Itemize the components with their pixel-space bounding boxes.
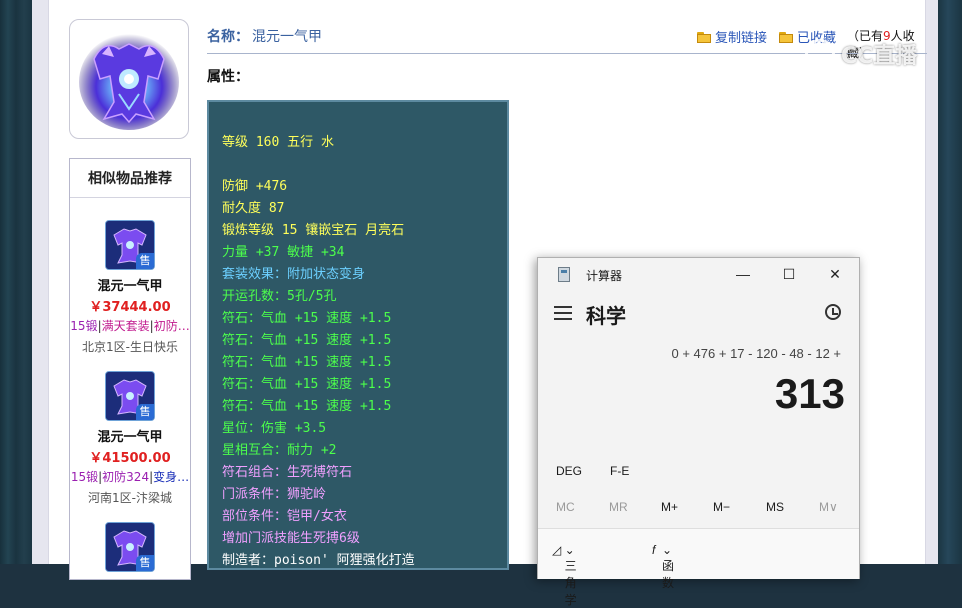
maximize-button[interactable]: ☐	[774, 264, 804, 284]
similar-item-name[interactable]: 混元一气甲	[70, 275, 190, 294]
armor-thumb-icon[interactable]: 售	[105, 371, 155, 421]
similar-item-server: 北京1区-生日快乐	[82, 340, 178, 354]
attribute-line: 星相互合：耐力 +2	[222, 443, 337, 458]
attribute-line: 符石：气血 +15 速度 +1.5	[222, 377, 392, 392]
minimize-button[interactable]: —	[728, 264, 758, 284]
attribute-line: 增加门派技能生死搏6级	[222, 531, 360, 546]
attribute-line: 锻炼等级 15 镶嵌宝石 月亮石	[222, 223, 405, 238]
armor-thumb-icon[interactable]: 售	[105, 220, 155, 270]
similar-items-title: 相似物品推荐	[70, 159, 190, 198]
calculator-title: 计算器	[586, 269, 623, 283]
history-icon[interactable]	[825, 304, 841, 320]
name-label: 名称：	[207, 29, 249, 45]
sell-badge: 售	[136, 404, 154, 420]
attributes-label: 属性：	[207, 69, 249, 85]
fe-button[interactable]: F-E	[610, 464, 629, 478]
attribute-line: 制造者：poison' 阿狸强化打造	[222, 553, 415, 568]
favorite-icon	[779, 31, 793, 43]
attribute-line: 星位：伤害 +3.5	[222, 421, 327, 436]
attribute-line: 防御 +476	[222, 179, 288, 194]
menu-hamburger-icon[interactable]	[554, 306, 572, 320]
function-dropdown[interactable]: f 函数 ⌄	[652, 543, 674, 590]
memory-list-button[interactable]: M∨	[819, 500, 838, 514]
similar-item-price: ￥41500.00	[89, 451, 171, 466]
right-border	[938, 0, 962, 564]
similar-item-server: 河南1区-汴梁城	[88, 491, 172, 505]
similar-item-name[interactable]: 混元一气甲	[70, 426, 190, 445]
calculator-titlebar[interactable]: 计算器 — ☐ ✕	[538, 258, 859, 290]
sell-badge: 售	[136, 253, 154, 269]
similar-item[interactable]: 售 混元一气甲 ￥37444.00 15锻|满天套装|初防… 北京1区-生日快乐	[70, 220, 190, 355]
calculator-window: 计算器 — ☐ ✕ 科学 0 + 476 + 17 - 120 - 48 - 1…	[537, 257, 860, 607]
similar-items-panel: 相似物品推荐 售 混元一气甲 ￥37444.00 15锻|满天套装|初防… 北京…	[69, 158, 191, 580]
item-attributes-box: 等级 160 五行 水防御 +476 耐久度 87 锻炼等级 15 镶嵌宝石 月亮石…	[207, 100, 509, 570]
memory-clear-button[interactable]: MC	[556, 500, 575, 514]
attribute-line: 门派条件：狮驼岭	[222, 487, 327, 502]
trig-dropdown[interactable]: ◿ 三角学 ⌄	[552, 543, 577, 607]
attribute-line: 部位条件：铠甲/女衣	[222, 509, 347, 524]
calculator-mode-title: 科学	[586, 306, 626, 328]
copy-link-icon	[697, 31, 711, 43]
close-button[interactable]: ✕	[820, 264, 850, 284]
attribute-line: 符石：气血 +15 速度 +1.5	[222, 399, 392, 414]
attribute-line: 符石：气血 +15 速度 +1.5	[222, 333, 392, 348]
calculator-app-icon	[558, 267, 570, 282]
calculator-expression: 0 + 476 + 17 - 120 - 48 - 12 +	[671, 346, 841, 361]
attribute-line: 开运孔数：5孔/5孔	[222, 289, 337, 304]
attribute-line: 符石：气血 +15 速度 +1.5	[222, 355, 392, 370]
copy-link-label: 复制链接	[715, 31, 768, 46]
attribute-line: 符石：气血 +15 速度 +1.5	[222, 311, 392, 326]
attribute-line: 耐久度 87	[222, 201, 285, 216]
sell-badge: 售	[136, 555, 154, 571]
item-name: 混元一气甲	[252, 29, 322, 45]
watermark: CC直播	[805, 38, 917, 70]
similar-item-price: ￥37444.00	[89, 300, 171, 315]
memory-recall-button[interactable]: MR	[609, 500, 628, 514]
calculator-function-bar: ◿ 三角学 ⌄ f 函数 ⌄	[538, 528, 859, 607]
attribute-line: 套装效果：附加状态变身	[222, 267, 366, 282]
attribute-line	[222, 154, 507, 176]
similar-item-tags: 15锻|满天套装|初防…	[70, 319, 190, 333]
armor-icon	[79, 34, 179, 130]
memory-store-button[interactable]: MS	[766, 500, 784, 514]
memory-add-button[interactable]: M+	[661, 500, 678, 514]
memory-subtract-button[interactable]: M−	[713, 500, 730, 514]
similar-item[interactable]: 售	[70, 522, 190, 572]
watermark-logo-icon	[805, 39, 835, 69]
item-image[interactable]	[69, 19, 189, 139]
deg-button[interactable]: DEG	[556, 464, 582, 478]
copy-link-button[interactable]: 复制链接	[697, 27, 767, 46]
similar-item[interactable]: 售 混元一气甲 ￥41500.00 15锻|初防324|变身… 河南1区-汴梁城	[70, 371, 190, 506]
armor-thumb-icon[interactable]: 售	[105, 522, 155, 572]
attribute-line: 力量 +37 敏捷 +34	[222, 245, 345, 260]
attribute-line: 等级 160 五行 水	[222, 135, 334, 150]
attribute-line: 符石组合：生死搏符石	[222, 465, 353, 480]
calculator-result: 313	[774, 370, 845, 417]
similar-item-tags: 15锻|初防324|变身…	[70, 470, 190, 484]
